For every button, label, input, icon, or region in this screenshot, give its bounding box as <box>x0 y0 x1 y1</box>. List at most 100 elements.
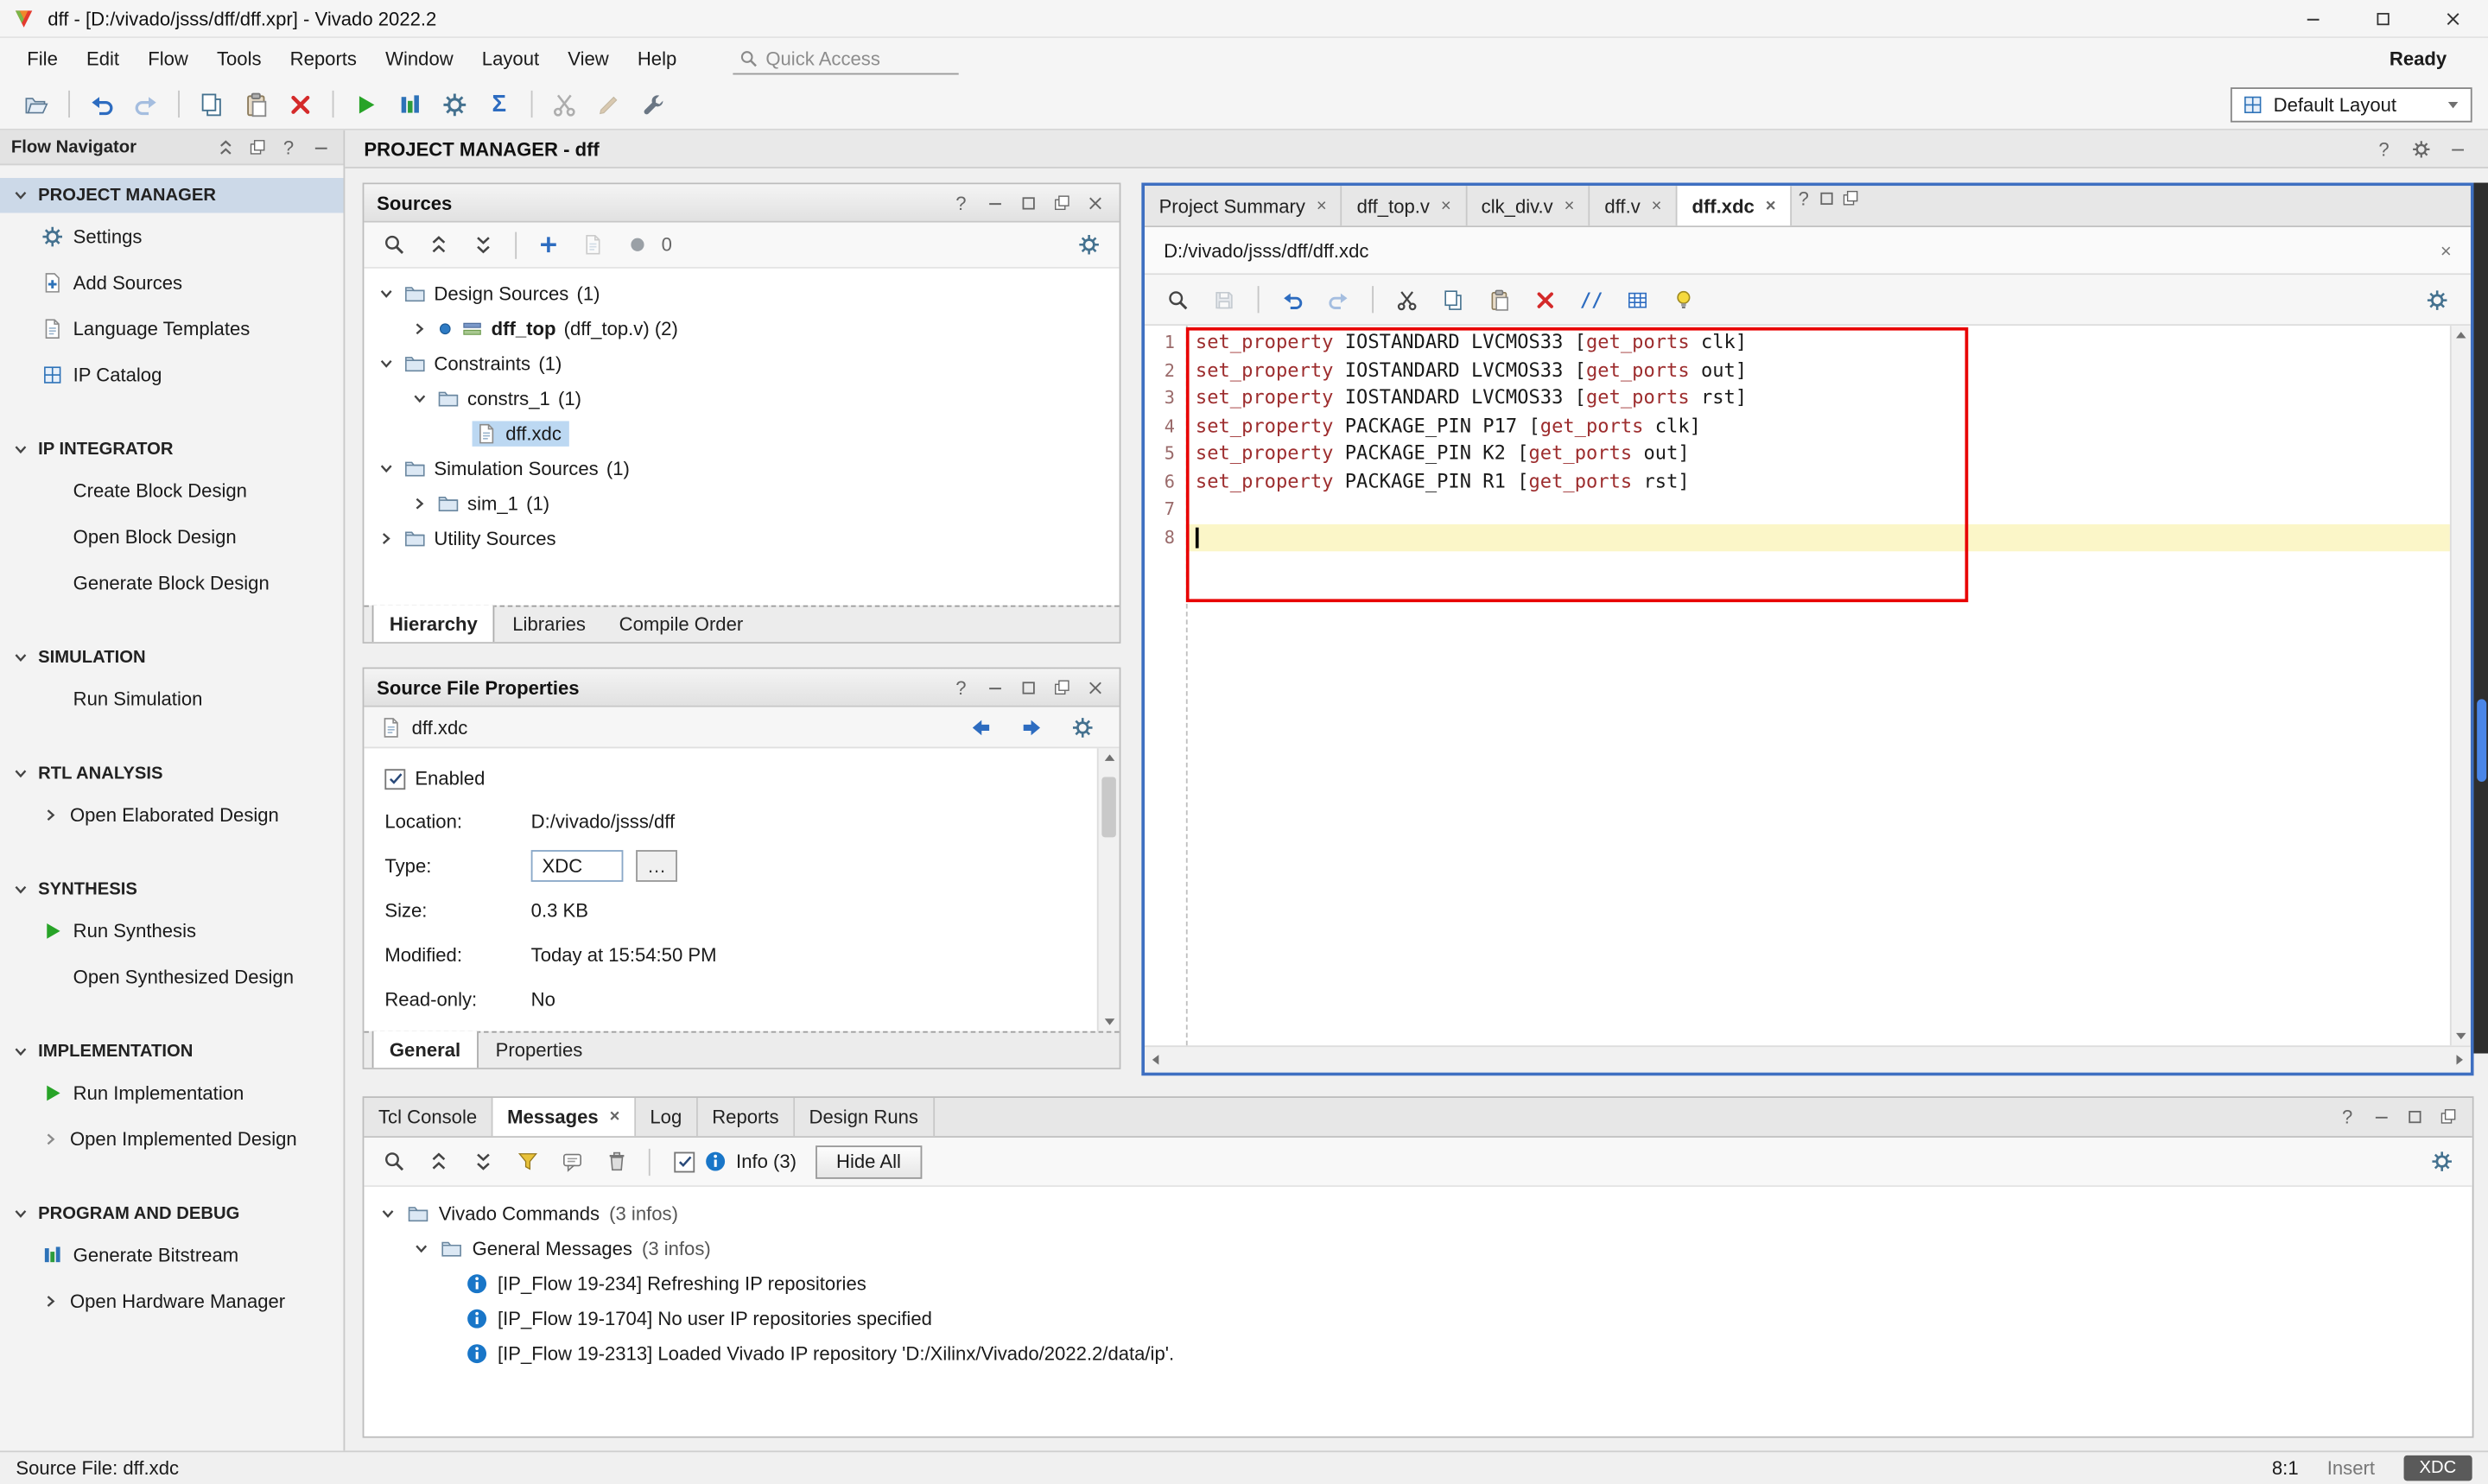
tree-item-constraints[interactable]: Constraints (1) <box>364 346 1119 381</box>
scroll-down-icon[interactable] <box>1101 1014 1116 1030</box>
tree-item-simulation-sources[interactable]: Simulation Sources (1) <box>364 451 1119 485</box>
close-tab-icon[interactable]: × <box>1766 196 1776 215</box>
float-panel-button[interactable] <box>244 135 269 159</box>
collapse-all-button[interactable] <box>418 1143 460 1181</box>
float-panel-button[interactable] <box>1050 191 1074 215</box>
maximize-panel-button[interactable] <box>1016 191 1040 215</box>
add-sources-button[interactable] <box>528 225 569 263</box>
edit-file-button[interactable] <box>573 225 614 263</box>
tree-item-vivado-commands[interactable]: Vivado Commands (3 infos) <box>364 1196 2472 1231</box>
close-panel-button[interactable] <box>1082 191 1107 215</box>
tree-item-utility-sources[interactable]: Utility Sources <box>364 521 1119 555</box>
menu-item-help[interactable]: Help <box>623 41 691 76</box>
flownav-item-open-synthesized-design[interactable]: Open Synthesized Design <box>0 954 344 999</box>
flownav-item-create-block-design[interactable]: Create Block Design <box>0 467 344 513</box>
scrollbar-thumb[interactable] <box>1101 777 1116 837</box>
tab-design-runs[interactable]: Design Runs <box>795 1098 934 1136</box>
undo-button[interactable] <box>1272 281 1313 319</box>
delete-messages-button[interactable] <box>596 1143 638 1181</box>
scroll-up-icon[interactable] <box>1101 750 1116 765</box>
info-filter-checkbox[interactable] <box>674 1151 695 1172</box>
tab-clk-div-v[interactable]: clk_div.v × <box>1467 186 1590 225</box>
minimize-panel-button[interactable] <box>982 675 1006 700</box>
editor-settings-gear-button[interactable] <box>2416 281 2458 319</box>
tab-dff-v[interactable]: dff.v × <box>1590 186 1678 225</box>
message-row[interactable]: [IP_Flow 19-1704] No user IP repositorie… <box>364 1301 2472 1335</box>
maximize-button[interactable] <box>2348 0 2418 36</box>
sources-settings-gear-button[interactable] <box>1069 225 1110 263</box>
overview-scroll-thumb[interactable] <box>2476 699 2485 782</box>
scroll-right-icon[interactable] <box>2452 1052 2467 1068</box>
float-panel-button[interactable] <box>1050 675 1074 700</box>
maximize-panel-button[interactable] <box>2402 1105 2427 1129</box>
minimize-panel-button[interactable] <box>2369 1105 2393 1129</box>
layout-selector[interactable]: Default Layout <box>2231 86 2472 121</box>
close-tab-icon[interactable]: × <box>610 1107 620 1126</box>
back-button[interactable] <box>961 707 1002 745</box>
code-surface[interactable]: set_property IOSTANDARD LVCMOS33 [get_po… <box>1188 326 2450 1045</box>
menu-item-view[interactable]: View <box>554 41 624 76</box>
scroll-left-icon[interactable] <box>1148 1052 1164 1068</box>
cut-button[interactable] <box>543 85 585 123</box>
filter-button[interactable] <box>507 1143 549 1181</box>
menu-item-tools[interactable]: Tools <box>202 41 276 76</box>
copy-button[interactable] <box>1432 281 1474 319</box>
editor-vertical-scrollbar[interactable] <box>2450 326 2471 1045</box>
redo-button[interactable] <box>125 85 167 123</box>
flownav-item-add-sources[interactable]: Add Sources <box>0 259 344 305</box>
scroll-up-icon[interactable] <box>2453 327 2469 343</box>
flownav-item-generate-block-design[interactable]: Generate Block Design <box>0 559 344 605</box>
flownav-item-run-synthesis[interactable]: Run Synthesis <box>0 907 344 953</box>
flownav-header-synthesis[interactable]: SYNTHESIS <box>0 872 344 907</box>
sum-reports-button[interactable]: Σ <box>479 85 520 123</box>
language-assistant-button[interactable] <box>1663 281 1704 319</box>
close-tab-icon[interactable]: × <box>1317 196 1327 215</box>
tab-project-summary[interactable]: Project Summary × <box>1145 186 1342 225</box>
run-button[interactable] <box>345 85 386 123</box>
tab-reports[interactable]: Reports <box>698 1098 795 1136</box>
flownav-item-open-elaborated-design[interactable]: Open Elaborated Design <box>0 791 344 837</box>
tree-item-sim-1[interactable]: sim_1 (1) <box>364 486 1119 521</box>
flownav-header-simulation[interactable]: SIMULATION <box>0 640 344 675</box>
flownav-item-settings[interactable]: Settings <box>0 212 344 258</box>
menu-item-flow[interactable]: Flow <box>134 41 203 76</box>
scan-status-icon[interactable] <box>617 225 658 263</box>
tools-wrench-button[interactable] <box>632 85 674 123</box>
tree-item-dff-top[interactable]: dff_top (dff_top.v) (2) <box>364 312 1119 346</box>
help-button[interactable]: ? <box>949 675 974 700</box>
flownav-item-language-templates[interactable]: Language Templates <box>0 305 344 351</box>
editor-horizontal-scrollbar[interactable] <box>1145 1045 2471 1072</box>
toggle-comment-button[interactable]: // <box>1571 281 1612 319</box>
flownav-header-rtl-analysis[interactable]: RTL ANALYSIS <box>0 757 344 791</box>
enabled-checkbox[interactable] <box>384 768 405 789</box>
tab-messages[interactable]: Messages × <box>493 1098 636 1136</box>
help-button[interactable]: ? <box>949 191 974 215</box>
paste-button[interactable] <box>1478 281 1520 319</box>
tree-item-constrs-1[interactable]: constrs_1 (1) <box>364 381 1119 415</box>
menu-item-reports[interactable]: Reports <box>276 41 371 76</box>
tab-log[interactable]: Log <box>636 1098 698 1136</box>
flownav-item-open-block-design[interactable]: Open Block Design <box>0 513 344 559</box>
redo-button[interactable] <box>1318 281 1360 319</box>
expand-all-button[interactable] <box>463 225 505 263</box>
minimize-panel-button[interactable] <box>2445 136 2469 161</box>
delete-button[interactable] <box>1525 281 1566 319</box>
close-panel-button[interactable] <box>1082 675 1107 700</box>
close-button[interactable] <box>2418 0 2488 36</box>
type-input[interactable]: XDC <box>531 850 624 882</box>
minimize-panel-button[interactable] <box>308 135 333 159</box>
tab-tcl-console[interactable]: Tcl Console <box>364 1098 492 1136</box>
flownav-header-program-and-debug[interactable]: PROGRAM AND DEBUG <box>0 1196 344 1231</box>
flownav-header-project-manager[interactable]: PROJECT MANAGER <box>0 178 344 212</box>
tab-compile-order[interactable]: Compile Order <box>603 607 758 642</box>
edit-pencil-button[interactable] <box>588 85 630 123</box>
forward-button[interactable] <box>1011 707 1052 745</box>
scroll-down-icon[interactable] <box>2453 1028 2469 1043</box>
quick-access-search[interactable]: Quick Access <box>733 43 958 75</box>
tab-dff-top-v[interactable]: dff_top.v × <box>1342 186 1467 225</box>
float-panel-button[interactable] <box>2435 1105 2459 1129</box>
float-panel-button[interactable] <box>1839 186 1863 210</box>
menu-item-window[interactable]: Window <box>371 41 468 76</box>
tab-dff-xdc[interactable]: dff.xdc × <box>1678 186 1792 225</box>
messages-settings-gear-button[interactable] <box>2421 1143 2463 1181</box>
